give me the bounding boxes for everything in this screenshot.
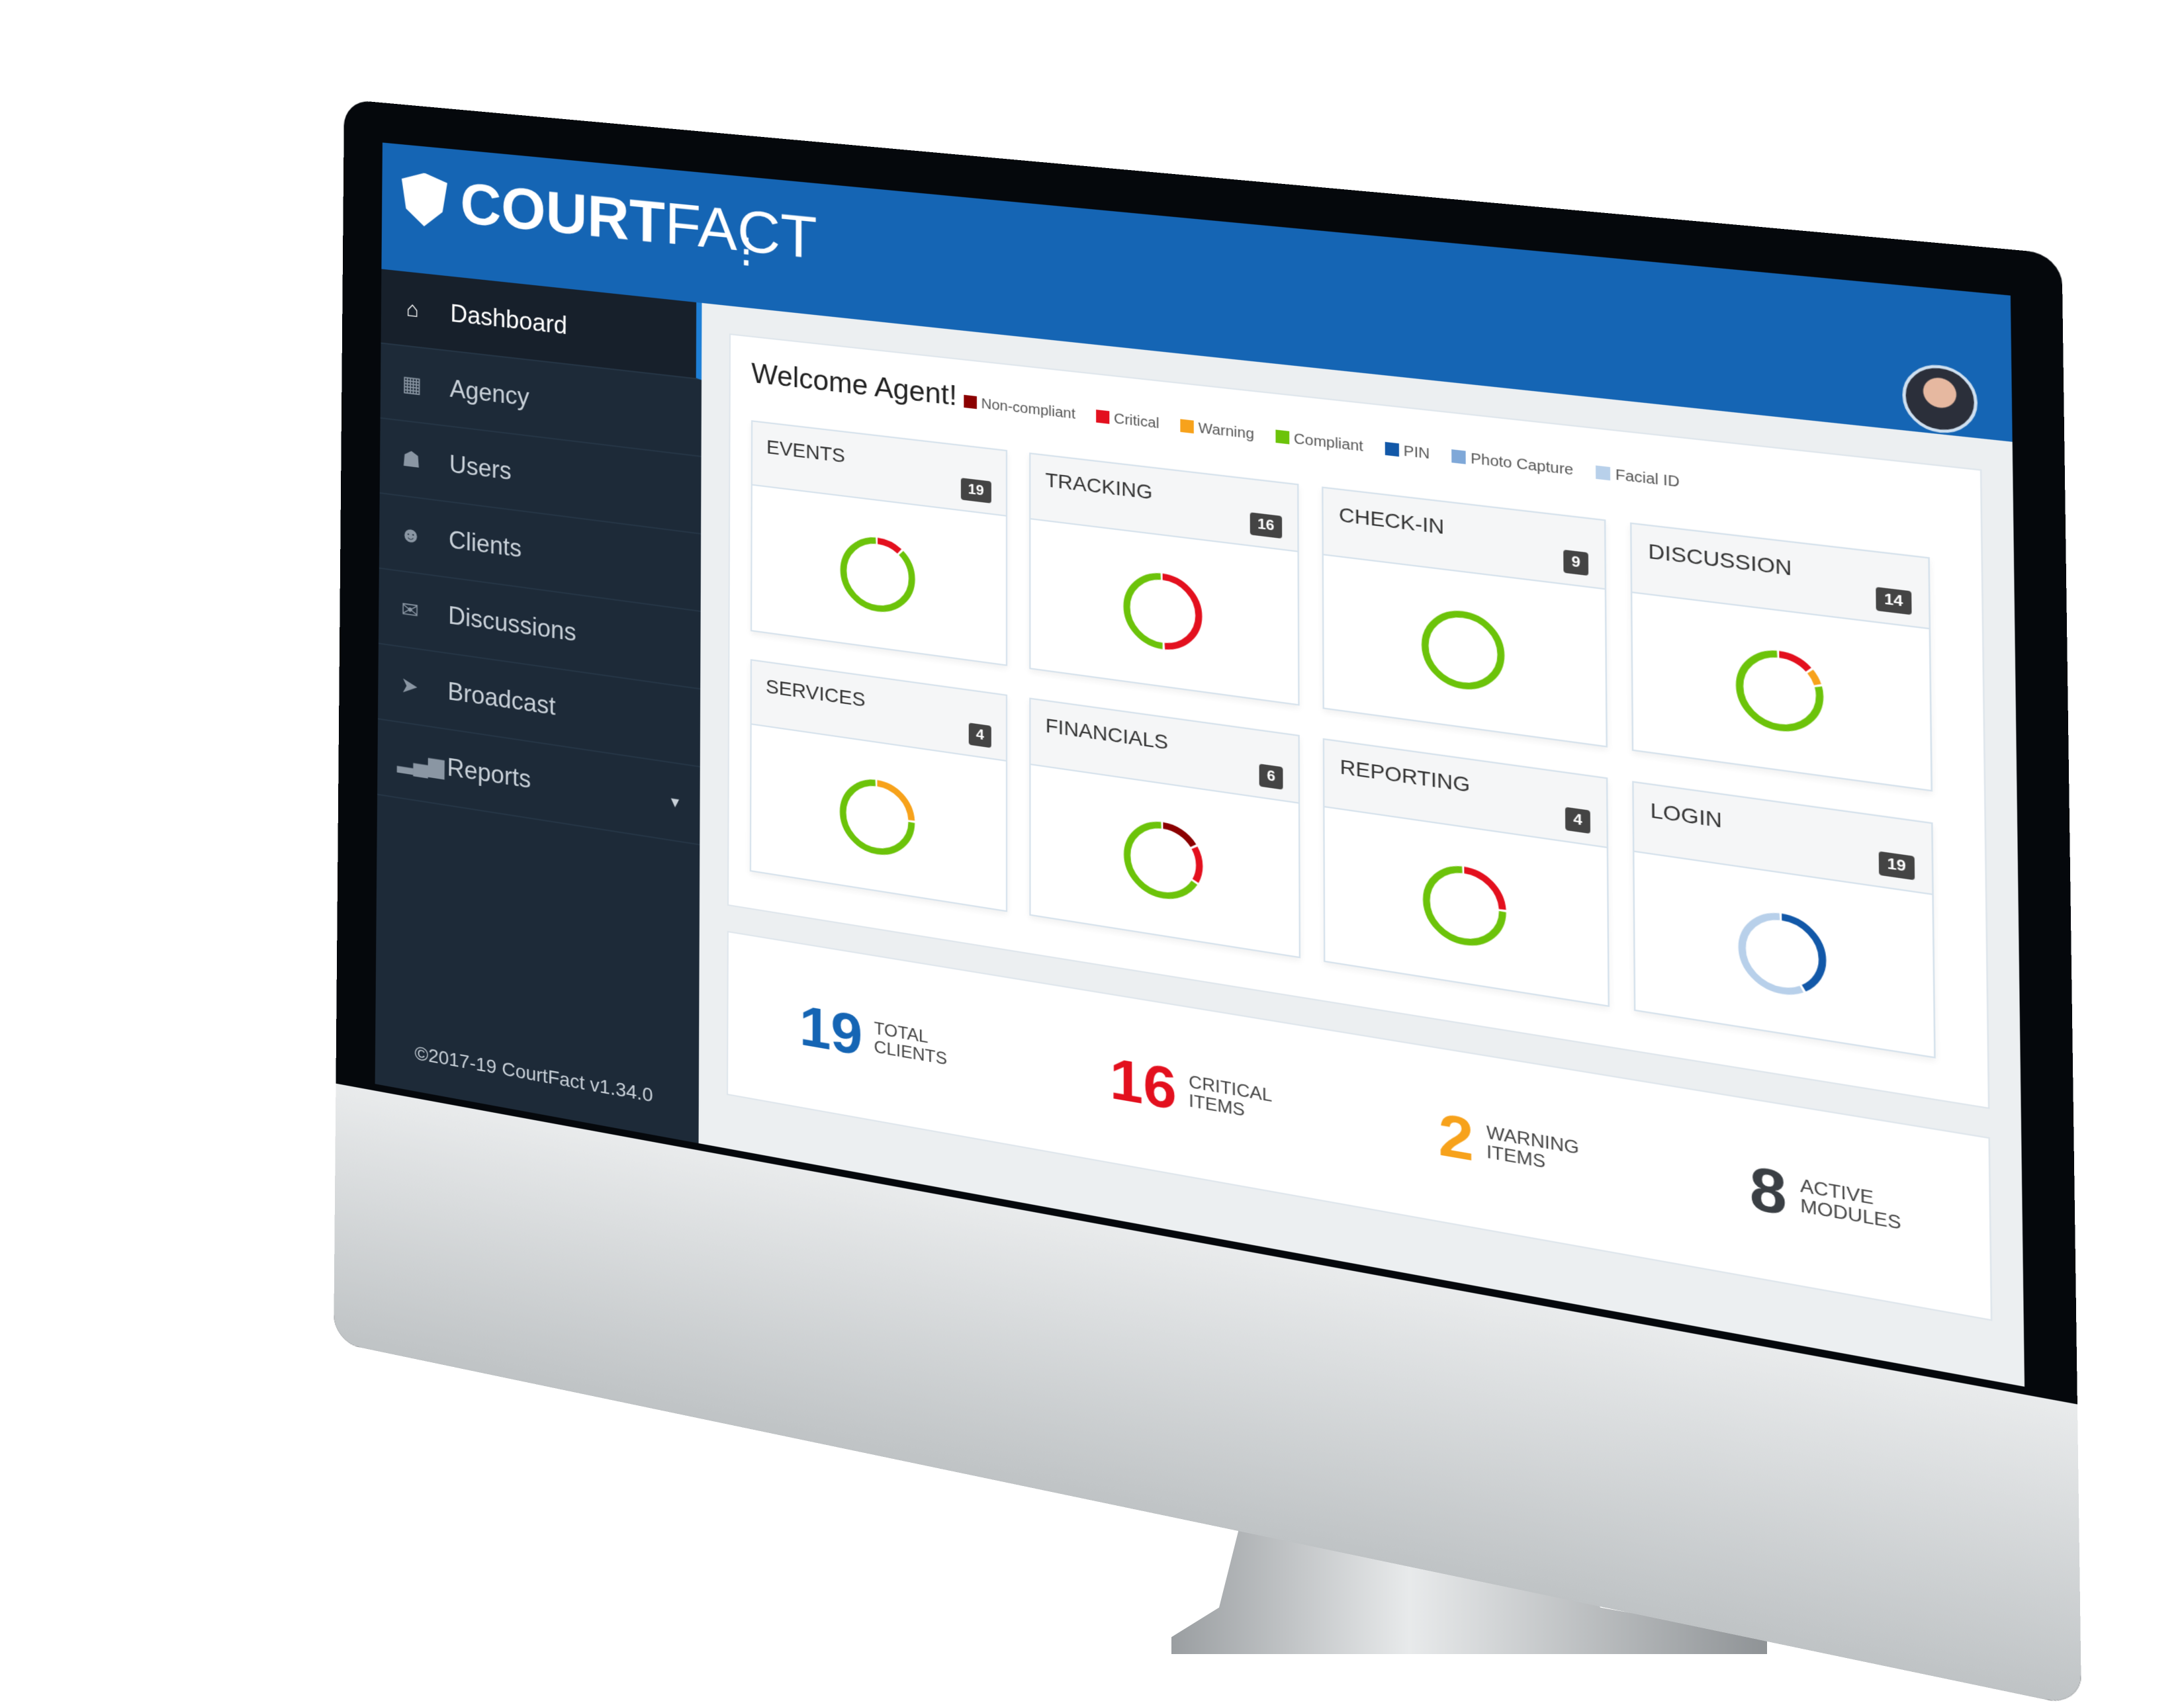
donut-slice-compliant <box>1425 610 1501 691</box>
module-card-services[interactable]: SERVICES 4 <box>749 659 1008 912</box>
card-title: TRACKING <box>1045 468 1153 504</box>
shield-gavel-icon <box>401 171 447 229</box>
legend-swatch <box>1596 465 1611 481</box>
card-title: REPORTING <box>1340 755 1471 797</box>
donut-slice-compliant <box>1426 864 1503 947</box>
sidebar-item-label: Dashboard <box>450 299 568 340</box>
legend-item: Facial ID <box>1596 464 1680 491</box>
comments-icon: ✉ <box>401 596 420 624</box>
sidebar-item-label: Discussions <box>448 601 576 647</box>
donut-chart <box>1417 854 1513 958</box>
legend-swatch <box>964 394 977 410</box>
sidebar-item-label: Users <box>449 449 512 486</box>
building-icon: ▦ <box>402 371 422 398</box>
donut-chart <box>1729 639 1831 744</box>
count-badge: 19 <box>1878 851 1915 881</box>
legend-item: Warning <box>1180 418 1254 443</box>
card-title: CHECK-IN <box>1338 503 1445 539</box>
donut-chart <box>835 768 921 866</box>
stat-label: CRITICAL ITEMS <box>1189 1072 1281 1127</box>
chevron-down-icon[interactable]: ▾ <box>671 791 680 812</box>
legend-swatch <box>1385 441 1399 457</box>
donut-chart <box>835 527 920 623</box>
card-title: FINANCIALS <box>1045 714 1169 754</box>
legend-label: Critical <box>1113 411 1160 432</box>
signal-bars-icon: ▂▄▆ <box>396 747 445 779</box>
card-body <box>752 486 1006 666</box>
sidebar-item-label: Broadcast <box>447 677 556 721</box>
stat-label: TOTAL CLIENTS <box>874 1018 961 1071</box>
legend-item: Photo Capture <box>1451 449 1573 479</box>
sidebar-nav: ⌂ Dashboard ▦ Agency ☗ Users ☻ Clients ✉ Discussi… <box>377 269 702 846</box>
count-badge: 4 <box>968 722 991 748</box>
card-title: DISCUSSION <box>1648 539 1792 580</box>
legend-swatch <box>1451 449 1466 464</box>
donut-slice-compliant <box>1739 649 1820 732</box>
legend-swatch <box>1180 419 1194 434</box>
donut-slice-compliant <box>843 778 912 856</box>
donut-chart <box>1118 562 1208 660</box>
legend-label: Compliant <box>1293 431 1363 455</box>
legend-label: Non-compliant <box>981 396 1075 423</box>
donut-chart <box>1416 599 1511 701</box>
donut-slice-compliant <box>843 537 912 613</box>
card-title: EVENTS <box>766 435 846 467</box>
stat-value: 19 <box>799 993 863 1068</box>
monitor-bezel: COURTFACT ⋮ ⌂ Dashboard ▦ Agency ☗ Users ☻ Clie… <box>334 99 2082 1707</box>
legend-item: PIN <box>1385 441 1430 463</box>
stat-total-clients: 19 TOTAL CLIENTS <box>799 992 961 1086</box>
stat-value: 2 <box>1438 1100 1475 1174</box>
donut-chart <box>1118 810 1208 911</box>
count-badge: 9 <box>1563 549 1589 576</box>
user-secret-icon: ☗ <box>402 446 421 473</box>
legend-item: Compliant <box>1275 429 1363 455</box>
legend-swatch <box>1096 410 1110 424</box>
stat-value: 8 <box>1749 1153 1788 1229</box>
legend-item: Non-compliant <box>964 394 1075 423</box>
copyright-footer: ©2017-19 CourtFact v1.34.0 <box>414 1041 653 1106</box>
module-card-financials[interactable]: FINANCIALS 6 <box>1029 697 1301 959</box>
welcome-heading: Welcome Agent! <box>751 358 958 412</box>
module-card-login[interactable]: LOGIN 19 <box>1632 781 1936 1059</box>
count-badge: 16 <box>1250 512 1283 539</box>
stat-label: WARNING ITEMS <box>1486 1122 1583 1179</box>
count-badge: 19 <box>960 478 991 503</box>
users-group-icon: ☻ <box>399 521 422 548</box>
card-title: SERVICES <box>765 675 866 711</box>
sidebar-item-label: Clients <box>448 525 522 563</box>
legend-label: Facial ID <box>1615 466 1680 491</box>
stat-value: 16 <box>1109 1045 1177 1122</box>
sidebar-item-label: Reports <box>447 752 531 794</box>
brand-name-bold: COURT <box>460 170 665 256</box>
stat-critical-items: 16 CRITICAL ITEMS <box>1110 1045 1281 1141</box>
card-title: LOGIN <box>1650 798 1723 832</box>
legend-label: Photo Capture <box>1471 451 1574 479</box>
stat-label: ACTIVE MODULES <box>1800 1175 1903 1235</box>
count-badge: 4 <box>1565 807 1591 834</box>
paper-plane-icon: ➤ <box>400 672 419 699</box>
donut-slice-compliant <box>1127 820 1199 901</box>
home-icon: ⌂ <box>406 296 419 322</box>
sidebar-item-label: Agency <box>449 374 529 412</box>
legend-label: PIN <box>1403 443 1430 462</box>
card-body <box>1030 519 1298 705</box>
sidebar: ⌂ Dashboard ▦ Agency ☗ Users ☻ Clients ✉ Discussi… <box>375 269 702 1143</box>
monitor-mockup: COURTFACT ⋮ ⌂ Dashboard ▦ Agency ☗ Users ☻ Clie… <box>334 99 2082 1707</box>
module-card-discussion[interactable]: DISCUSSION 14 <box>1630 522 1933 792</box>
stat-active-modules: 8 ACTIVE MODULES <box>1749 1153 1903 1250</box>
module-card-events[interactable]: EVENTS 19 <box>751 420 1008 666</box>
module-card-check-in[interactable]: CHECK-IN 9 <box>1322 486 1608 748</box>
stat-warning-items: 2 WARNING ITEMS <box>1438 1100 1583 1194</box>
module-card-tracking[interactable]: TRACKING 16 <box>1029 452 1300 706</box>
module-card-reporting[interactable]: REPORTING 4 <box>1322 738 1610 1008</box>
donut-chart <box>1732 900 1833 1008</box>
count-badge: 14 <box>1875 587 1912 615</box>
count-badge: 6 <box>1259 764 1283 790</box>
legend-label: Warning <box>1198 420 1255 443</box>
module-grid: EVENTS 19 TRACKING 16 CHECK-IN 9 DISCUSSION 14 S… <box>749 420 1936 1059</box>
legend-swatch <box>1275 429 1290 445</box>
avatar[interactable] <box>1901 361 1978 437</box>
kebab-vertical-icon[interactable]: ⋮ <box>729 230 762 272</box>
legend-item: Critical <box>1096 409 1160 433</box>
